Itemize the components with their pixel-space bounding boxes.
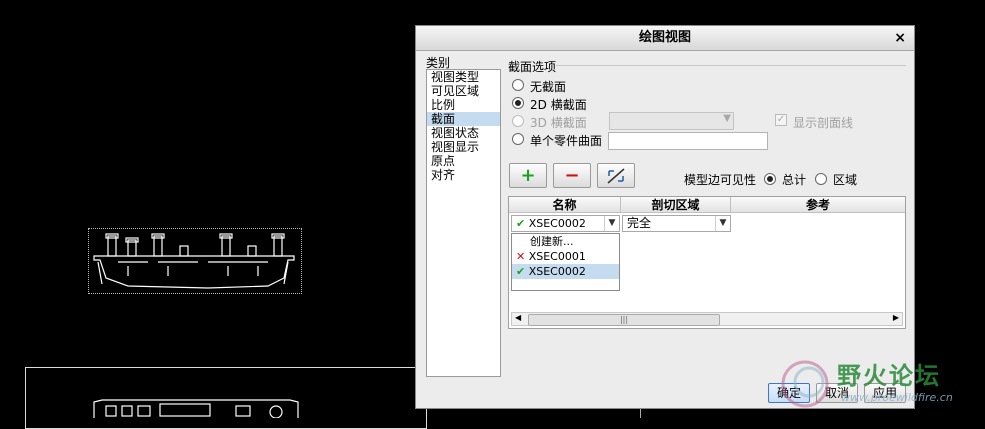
chevron-down-icon[interactable]: ▼ [604,216,619,231]
category-item-visible-area[interactable]: 可见区域 [427,84,500,98]
cross-icon: ✕ [516,250,526,263]
label-no-section: 无截面 [530,80,567,94]
category-item-origin[interactable]: 原点 [427,154,500,168]
dropdown-item-xsec0001[interactable]: ✕ XSEC0001 [512,249,619,264]
section-name-combo[interactable]: ✔ XSEC0002 ▼ [511,215,620,232]
table-horizontal-scrollbar[interactable]: ◀ ||| ▶ [511,312,903,326]
cut-area-combo[interactable]: 完全 ▼ [622,215,731,232]
chevron-down-icon: ▼ [723,113,731,124]
radio-single-part-surface[interactable] [512,133,524,145]
dialog-titlebar[interactable]: 绘图视图 × [416,26,914,51]
label-single-part-surface: 单个零件曲面 [530,134,603,148]
category-item-view-states[interactable]: 视图状态 [427,126,500,140]
radio-visibility-area[interactable] [815,173,827,185]
section-options-title: 截面选项 [508,60,557,74]
flip-section-button[interactable] [597,163,635,188]
watermark-title: 野火论坛 [837,362,941,390]
dialog-title: 绘图视图 [638,30,691,45]
category-item-sections[interactable]: 截面 [427,112,500,126]
remove-section-button[interactable]: − [553,163,591,188]
plus-icon: + [520,165,536,186]
scroll-left-icon[interactable]: ◀ [515,313,521,322]
scroll-thumb[interactable]: ||| [528,314,720,326]
col-header-reference[interactable]: 参考 [731,197,905,213]
check-icon: ✔ [516,217,526,230]
cut-area-value: 完全 [627,216,652,230]
drawing-view-top [93,233,295,289]
scroll-right-icon[interactable]: ▶ [893,313,899,322]
check-icon: ✔ [516,265,526,278]
show-xhatch-checkbox[interactable]: ✓ [775,114,787,126]
category-list[interactable]: 视图类型 可见区域 比例 截面 视图状态 视图显示 原点 对齐 [426,69,501,377]
label-visibility-total: 总计 [782,173,807,187]
dropdown-item-label: XSEC0001 [528,250,586,263]
watermark-logo-icon [781,360,829,408]
3d-section-select[interactable]: ▼ [609,112,734,130]
category-item-scale[interactable]: 比例 [427,98,500,112]
forum-watermark: 野火论坛 www.proewildfire.cn [775,352,985,418]
model-edge-visibility-label: 模型边可见性 [684,173,757,187]
single-part-input[interactable] [608,132,768,150]
radio-3d-section[interactable] [512,115,524,127]
section-name-dropdown: 创建新... ✕ XSEC0001 ✔ XSEC0002 [511,233,620,291]
add-section-button[interactable]: + [509,163,547,188]
label-show-xhatch: 显示剖面线 [793,116,854,130]
label-3d-section: 3D 横截面 [530,116,587,130]
flip-arrows-icon [607,168,625,184]
minus-icon: − [564,165,580,186]
close-icon[interactable]: × [894,26,906,50]
dropdown-item-create-new[interactable]: 创建新... [512,234,619,249]
label-visibility-area: 区域 [833,173,858,187]
section-divider [556,65,906,66]
col-header-cut-area[interactable]: 剖切区域 [621,197,731,213]
radio-visibility-total[interactable] [764,173,776,185]
radio-2d-section[interactable] [512,97,524,109]
dropdown-item-xsec0002[interactable]: ✔ XSEC0002 [512,264,619,279]
dropdown-item-label: XSEC0002 [528,265,586,278]
category-item-alignment[interactable]: 对齐 [427,168,500,182]
chevron-down-icon[interactable]: ▼ [715,216,730,231]
drawing-view-front [93,399,299,418]
label-2d-section: 2D 横截面 [530,98,587,112]
category-item-view-type[interactable]: 视图类型 [427,70,500,84]
section-name-value: XSEC0002 [528,217,586,230]
radio-no-section[interactable] [512,79,524,91]
col-header-name[interactable]: 名称 [509,197,621,213]
watermark-url: www.proewildfire.cn [841,391,953,404]
category-item-view-display[interactable]: 视图显示 [427,140,500,154]
sections-table: 名称 剖切区域 参考 ✔ XSEC0002 ▼ 完全 ▼ 创建新... ✕ XS… [508,196,906,329]
